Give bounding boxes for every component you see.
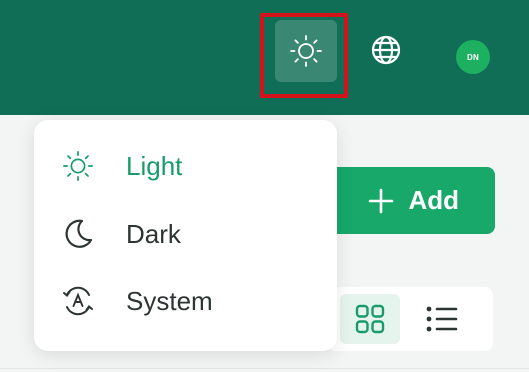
grid-view-icon [355, 304, 385, 334]
top-header: DN [0, 0, 529, 115]
list-view-icon [426, 306, 458, 332]
language-button[interactable] [358, 22, 414, 78]
add-button[interactable]: Add [330, 167, 495, 234]
add-button-label: Add [408, 185, 459, 215]
theme-menu: Light Dark System [34, 120, 337, 351]
view-toggle [328, 287, 493, 351]
theme-option-label: Light [126, 150, 183, 181]
divider [0, 368, 529, 369]
globe-icon [371, 35, 401, 65]
sun-icon [60, 148, 96, 184]
theme-option-dark[interactable]: Dark [34, 206, 337, 262]
theme-option-label: System [126, 285, 213, 316]
focus-highlight-box [260, 13, 348, 98]
grid-view-button[interactable] [340, 294, 400, 344]
theme-option-system[interactable]: System [34, 273, 337, 329]
theme-option-light[interactable]: Light [34, 138, 337, 194]
moon-icon [60, 216, 96, 252]
list-view-button[interactable] [412, 294, 472, 344]
plus-icon [369, 188, 394, 213]
auto-theme-icon [60, 283, 96, 319]
theme-option-label: Dark [126, 218, 181, 249]
user-avatar[interactable]: DN [456, 40, 490, 74]
avatar-initials: DN [467, 52, 479, 62]
